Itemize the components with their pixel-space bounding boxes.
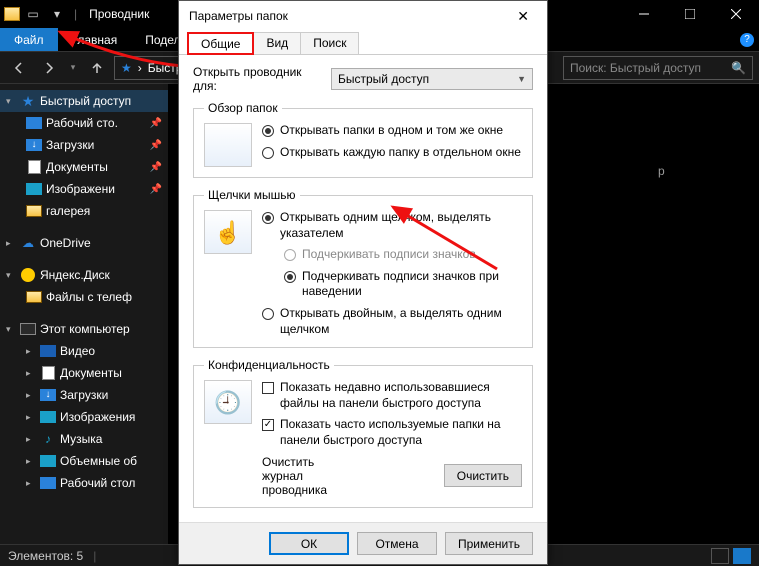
- folder-options-dialog: Параметры папок ✕ Общие Вид Поиск Открыт…: [178, 0, 548, 565]
- tree-yadisk-files[interactable]: Файлы с телеф: [0, 286, 168, 308]
- tree-documents2[interactable]: ▸Документы: [0, 362, 168, 384]
- tab-file[interactable]: Файл: [0, 28, 58, 51]
- tree-quick-access[interactable]: ▾★Быстрый доступ: [0, 90, 168, 112]
- click-legend: Щелчки мышью: [204, 188, 300, 202]
- tree-volumes[interactable]: ▸Объемные об: [0, 450, 168, 472]
- content-text: р: [658, 164, 665, 178]
- privacy-legend: Конфиденциальность: [204, 358, 334, 372]
- app-icon: [4, 7, 20, 21]
- star-icon: ★: [121, 61, 132, 75]
- qat-2[interactable]: ▾: [46, 3, 68, 25]
- check-recent-files[interactable]: Показать недавно использовавшиеся файлы …: [262, 380, 522, 411]
- chevron-down-icon: ▼: [517, 74, 526, 84]
- tree-gallery[interactable]: галерея: [0, 200, 168, 222]
- clear-label: Очистить журнал проводника: [262, 455, 353, 497]
- browse-icon: [204, 123, 252, 167]
- ok-button[interactable]: ОК: [269, 532, 349, 555]
- dialog-title: Параметры папок: [189, 9, 288, 23]
- view-details-button[interactable]: [711, 548, 729, 564]
- window-title: Проводник: [89, 7, 149, 21]
- status-count: 5: [77, 549, 84, 563]
- status-label: Элементов:: [8, 549, 73, 563]
- tree-pictures[interactable]: Изображени📌: [0, 178, 168, 200]
- qat-1[interactable]: ▭: [22, 3, 44, 25]
- clear-button[interactable]: Очистить: [444, 464, 522, 487]
- dialog-close-button[interactable]: ✕: [509, 4, 537, 29]
- cancel-button[interactable]: Отмена: [357, 532, 437, 555]
- dialog-button-row: ОК Отмена Применить: [179, 522, 547, 564]
- apply-button[interactable]: Применить: [445, 532, 533, 555]
- tree-downloads[interactable]: Загрузки📌: [0, 134, 168, 156]
- tree-onedrive[interactable]: ▸☁OneDrive: [0, 232, 168, 254]
- open-for-value: Быстрый доступ: [338, 72, 517, 86]
- tree-downloads2[interactable]: ▸Загрузки: [0, 384, 168, 406]
- close-button[interactable]: [713, 0, 759, 28]
- minimize-button[interactable]: [621, 0, 667, 28]
- dialog-tabs: Общие Вид Поиск: [179, 31, 547, 55]
- tree-desktop[interactable]: Рабочий сто.📌: [0, 112, 168, 134]
- pin-icon: 📌: [150, 162, 162, 173]
- pin-icon: 📌: [150, 184, 162, 195]
- forward-button[interactable]: [36, 56, 62, 80]
- radio-underline-always[interactable]: Подчеркивать подписи значков: [262, 247, 522, 263]
- search-box[interactable]: Поиск: Быстрый доступ 🔍: [563, 56, 753, 80]
- click-group: Щелчки мышью Открывать одним щелчком, вы…: [193, 188, 533, 348]
- tab-general[interactable]: Общие: [187, 32, 254, 55]
- tree-videos[interactable]: ▸Видео: [0, 340, 168, 362]
- tab-home[interactable]: Главная: [58, 28, 132, 51]
- search-placeholder: Поиск: Быстрый доступ: [570, 61, 701, 75]
- tree-pictures2[interactable]: ▸Изображения: [0, 406, 168, 428]
- tree-music[interactable]: ▸♪Музыка: [0, 428, 168, 450]
- search-icon: 🔍: [731, 61, 746, 75]
- clock-icon: [204, 380, 252, 424]
- help-button[interactable]: ?: [735, 28, 759, 51]
- tree-desktop2[interactable]: ▸Рабочий стол: [0, 472, 168, 494]
- browse-folders-group: Обзор папок Открывать папки в одном и то…: [193, 101, 533, 178]
- up-button[interactable]: [84, 56, 110, 80]
- browse-legend: Обзор папок: [204, 101, 282, 115]
- maximize-button[interactable]: [667, 0, 713, 28]
- address-chev: ›: [138, 61, 142, 75]
- open-for-label: Открыть проводник для:: [193, 65, 323, 93]
- tab-view[interactable]: Вид: [253, 32, 301, 55]
- back-button[interactable]: [6, 56, 32, 80]
- dialog-title-bar: Параметры папок ✕: [179, 1, 547, 31]
- radio-underline-hover[interactable]: Подчеркивать подписи значков при наведен…: [262, 269, 522, 300]
- radio-same-window[interactable]: Открывать папки в одном и том же окне: [262, 123, 522, 139]
- privacy-group: Конфиденциальность Показать недавно испо…: [193, 358, 533, 507]
- tree-thispc[interactable]: ▾Этот компьютер: [0, 318, 168, 340]
- pin-icon: 📌: [150, 118, 162, 129]
- radio-double-click[interactable]: Открывать двойным, а выделять одним щелч…: [262, 306, 522, 337]
- tab-search[interactable]: Поиск: [300, 32, 359, 55]
- tree-documents[interactable]: Документы📌: [0, 156, 168, 178]
- recent-button[interactable]: ▾: [66, 56, 80, 80]
- check-frequent-folders[interactable]: ✓Показать часто используемые папки на па…: [262, 417, 522, 448]
- radio-single-click[interactable]: Открывать одним щелчком, выделять указат…: [262, 210, 522, 241]
- radio-new-window[interactable]: Открывать каждую папку в отдельном окне: [262, 145, 522, 161]
- nav-tree: ▾★Быстрый доступ Рабочий сто.📌 Загрузки📌…: [0, 84, 168, 544]
- pin-icon: 📌: [150, 140, 162, 151]
- open-for-combo[interactable]: Быстрый доступ ▼: [331, 68, 533, 90]
- tree-yadisk[interactable]: ▾Яндекс.Диск: [0, 264, 168, 286]
- cursor-icon: [204, 210, 252, 254]
- view-icons-button[interactable]: [733, 548, 751, 564]
